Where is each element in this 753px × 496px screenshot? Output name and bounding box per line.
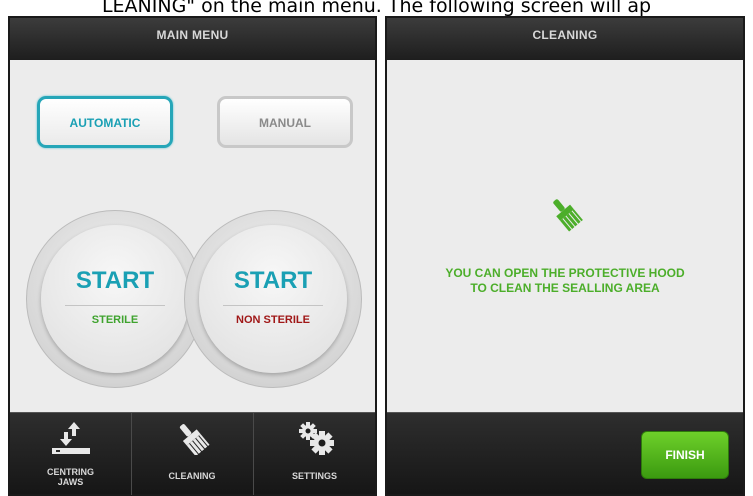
brush-icon <box>553 199 583 232</box>
non-sterile-label: NON STERILE <box>236 314 310 326</box>
nav-centring-label: CENTRING JAWS <box>10 467 131 487</box>
cleaning-title: CLEANING <box>387 18 743 60</box>
start-sterile-divider <box>65 305 165 306</box>
nav-settings-label: SETTINGS <box>291 471 337 481</box>
centring-jaws-icon <box>52 422 90 454</box>
cleaning-message-line1: YOU CAN OPEN THE PROTECTIVE HOOD <box>445 266 685 280</box>
cleaning-message-line2: TO CLEAN THE SEALLING AREA <box>470 281 660 295</box>
cleaning-screen: CLEANING YOU CAN OPEN THE PROTECTIVE HOO… <box>385 16 745 496</box>
nav-centring-line2: JAWS <box>57 477 84 487</box>
main-menu-screen: MAIN MENU AUTOMATIC MANUAL START STERILE… <box>8 16 377 496</box>
brush-icon <box>179 424 210 455</box>
start-nonsterile-ring: START NON STERILE <box>184 210 362 388</box>
main-menu-content: AUTOMATIC MANUAL START STERILE START NON… <box>10 60 375 412</box>
start-sterile-label: START <box>75 267 155 294</box>
start-nonsterile-button[interactable]: START NON STERILE <box>199 225 347 373</box>
start-nonsterile-divider <box>223 305 323 306</box>
nav-cleaning[interactable]: CLEANING <box>131 413 252 495</box>
start-nonsterile-label: START <box>233 267 313 294</box>
gears-icon <box>299 422 334 455</box>
main-menu-nav-bar: CENTRING JAWS CLEANING SETTINGS <box>10 412 375 495</box>
start-sterile-ring: START STERILE <box>26 210 204 388</box>
nav-centring-line1: CENTRING <box>47 467 94 477</box>
automatic-mode-button[interactable]: AUTOMATIC <box>37 96 173 148</box>
main-menu-title: MAIN MENU <box>10 18 375 60</box>
manual-mode-button[interactable]: MANUAL <box>217 96 353 148</box>
finish-button[interactable]: FINISH <box>641 431 729 479</box>
cleaning-message: YOU CAN OPEN THE PROTECTIVE HOOD TO CLEA… <box>387 266 743 296</box>
cleaning-content: YOU CAN OPEN THE PROTECTIVE HOOD TO CLEA… <box>387 60 743 412</box>
sterile-label: STERILE <box>91 314 139 326</box>
start-sterile-button[interactable]: START STERILE <box>41 225 189 373</box>
nav-settings[interactable]: SETTINGS <box>253 413 375 495</box>
nav-cleaning-label: CLEANING <box>168 471 216 481</box>
cleaning-bottom-bar: FINISH <box>387 412 743 494</box>
nav-centring-jaws[interactable]: CENTRING JAWS <box>10 413 131 495</box>
